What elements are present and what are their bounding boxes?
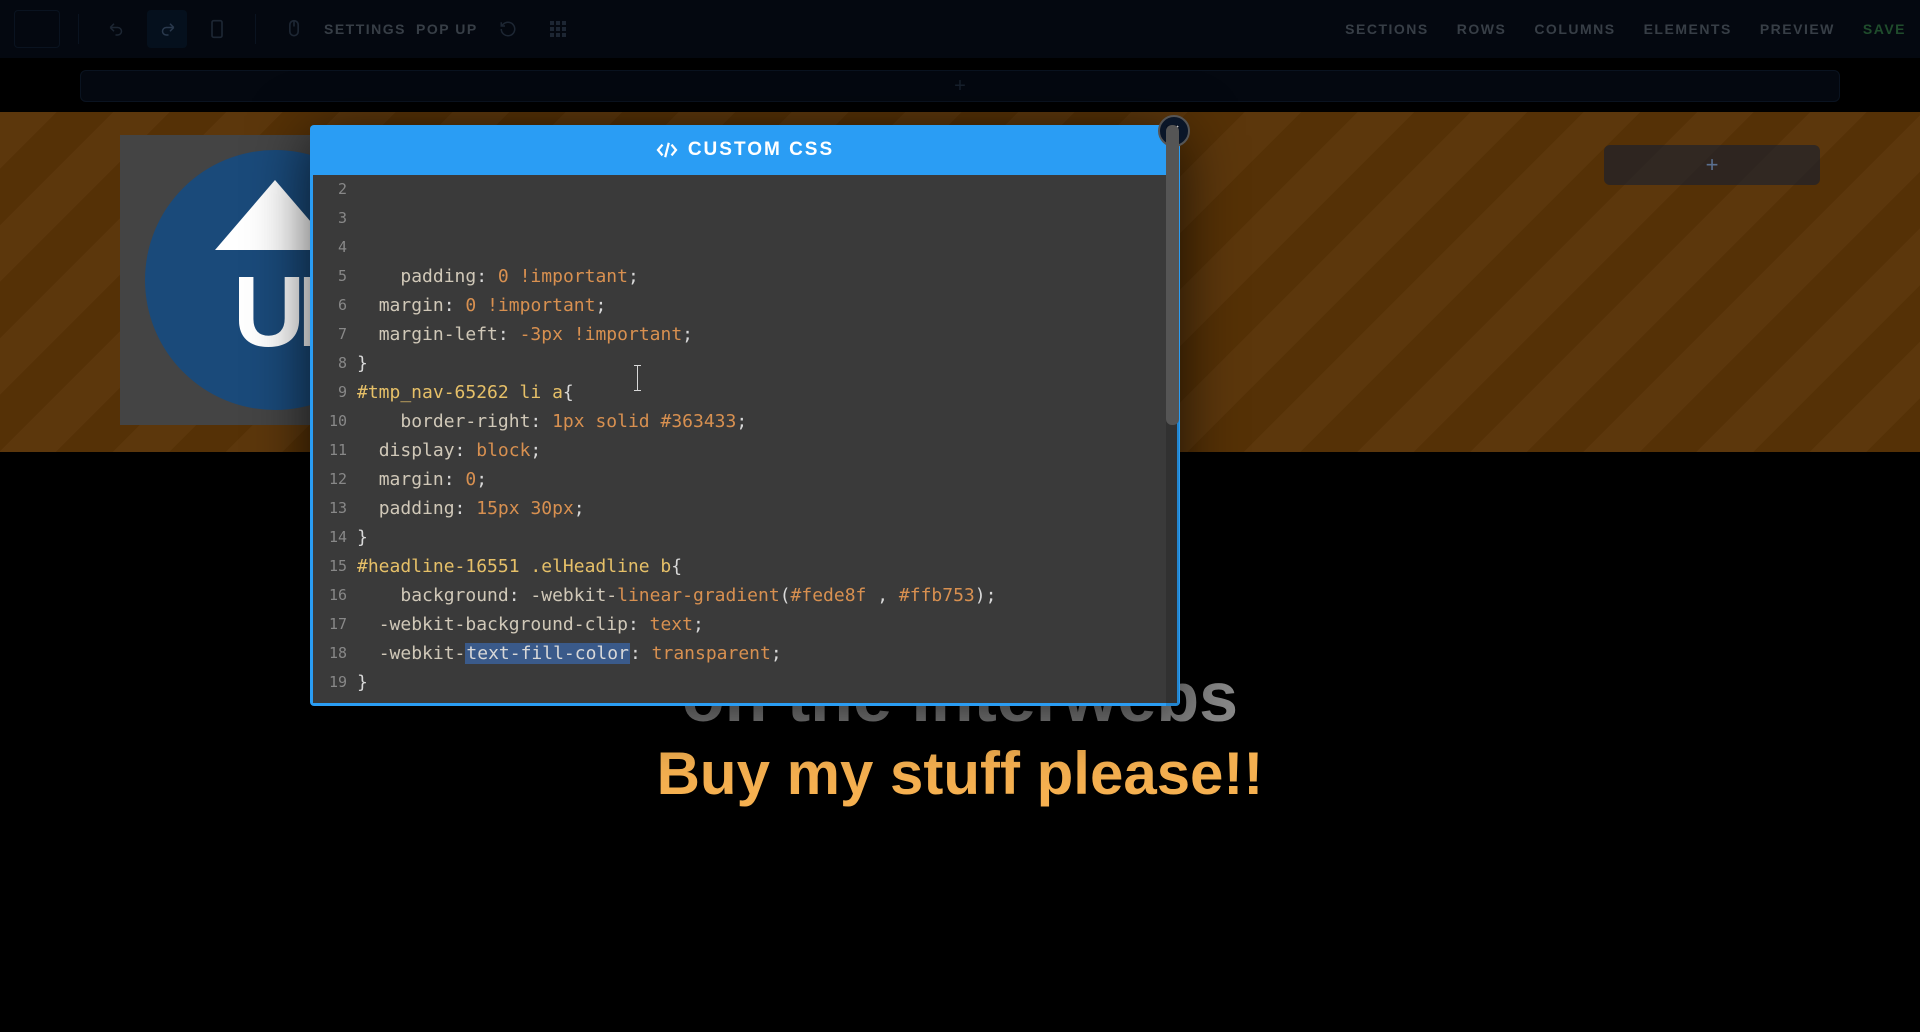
line-number: 8 — [313, 349, 347, 378]
line-number: 12 — [313, 465, 347, 494]
code-line[interactable]: #headline-16551 .elHeadline b{ — [357, 552, 1177, 581]
line-number: 6 — [313, 291, 347, 320]
line-number: 16 — [313, 581, 347, 610]
hero-cta-text: Buy my stuff please!! — [0, 739, 1920, 808]
line-number: 4 — [313, 233, 347, 262]
code-line[interactable]: } — [357, 523, 1177, 552]
line-number: 15 — [313, 552, 347, 581]
text-cursor — [637, 365, 638, 391]
line-number: 10 — [313, 407, 347, 436]
code-area[interactable]: padding: 0 !important; margin: 0 !import… — [357, 175, 1177, 703]
code-line[interactable]: #tmp_video-44874.elVideoWrapper{ — [357, 697, 1177, 703]
scrollbar[interactable] — [1166, 175, 1177, 703]
code-line[interactable]: margin: 0; — [357, 465, 1177, 494]
code-line[interactable]: padding: 15px 30px; — [357, 494, 1177, 523]
custom-css-modal: ✕ CUSTOM CSS 234567891011121314151617181… — [310, 125, 1180, 706]
line-number: 18 — [313, 639, 347, 668]
code-line[interactable]: } — [357, 668, 1177, 697]
logo-text: UI — [233, 255, 317, 370]
css-editor[interactable]: 2345678910111213141516171819 padding: 0 … — [313, 175, 1177, 703]
line-number: 7 — [313, 320, 347, 349]
code-line[interactable]: -webkit-text-fill-color: transparent; — [357, 639, 1177, 668]
code-line[interactable]: margin-left: -3px !important; — [357, 320, 1177, 349]
modal-title: CUSTOM CSS — [688, 139, 834, 161]
code-icon — [656, 141, 678, 159]
code-line[interactable]: #tmp_nav-65262 li a{ — [357, 378, 1177, 407]
line-number: 14 — [313, 523, 347, 552]
code-line[interactable]: background: -webkit-linear-gradient(#fed… — [357, 581, 1177, 610]
line-number: 2 — [313, 175, 347, 204]
line-number: 13 — [313, 494, 347, 523]
code-line[interactable]: display: block; — [357, 436, 1177, 465]
modal-header: CUSTOM CSS — [310, 125, 1180, 175]
line-number: 3 — [313, 204, 347, 233]
line-number: 5 — [313, 262, 347, 291]
code-line[interactable]: } — [357, 349, 1177, 378]
line-gutter: 2345678910111213141516171819 — [313, 175, 357, 703]
code-line[interactable]: padding: 0 !important; — [357, 262, 1177, 291]
add-element-button[interactable]: + — [1604, 145, 1820, 185]
code-line[interactable]: border-right: 1px solid #363433; — [357, 407, 1177, 436]
line-number: 9 — [313, 378, 347, 407]
scrollbar-thumb[interactable] — [1166, 175, 1177, 425]
line-number: 17 — [313, 610, 347, 639]
code-line[interactable]: margin: 0 !important; — [357, 291, 1177, 320]
line-number: 11 — [313, 436, 347, 465]
code-line[interactable]: -webkit-background-clip: text; — [357, 610, 1177, 639]
line-number: 19 — [313, 668, 347, 697]
